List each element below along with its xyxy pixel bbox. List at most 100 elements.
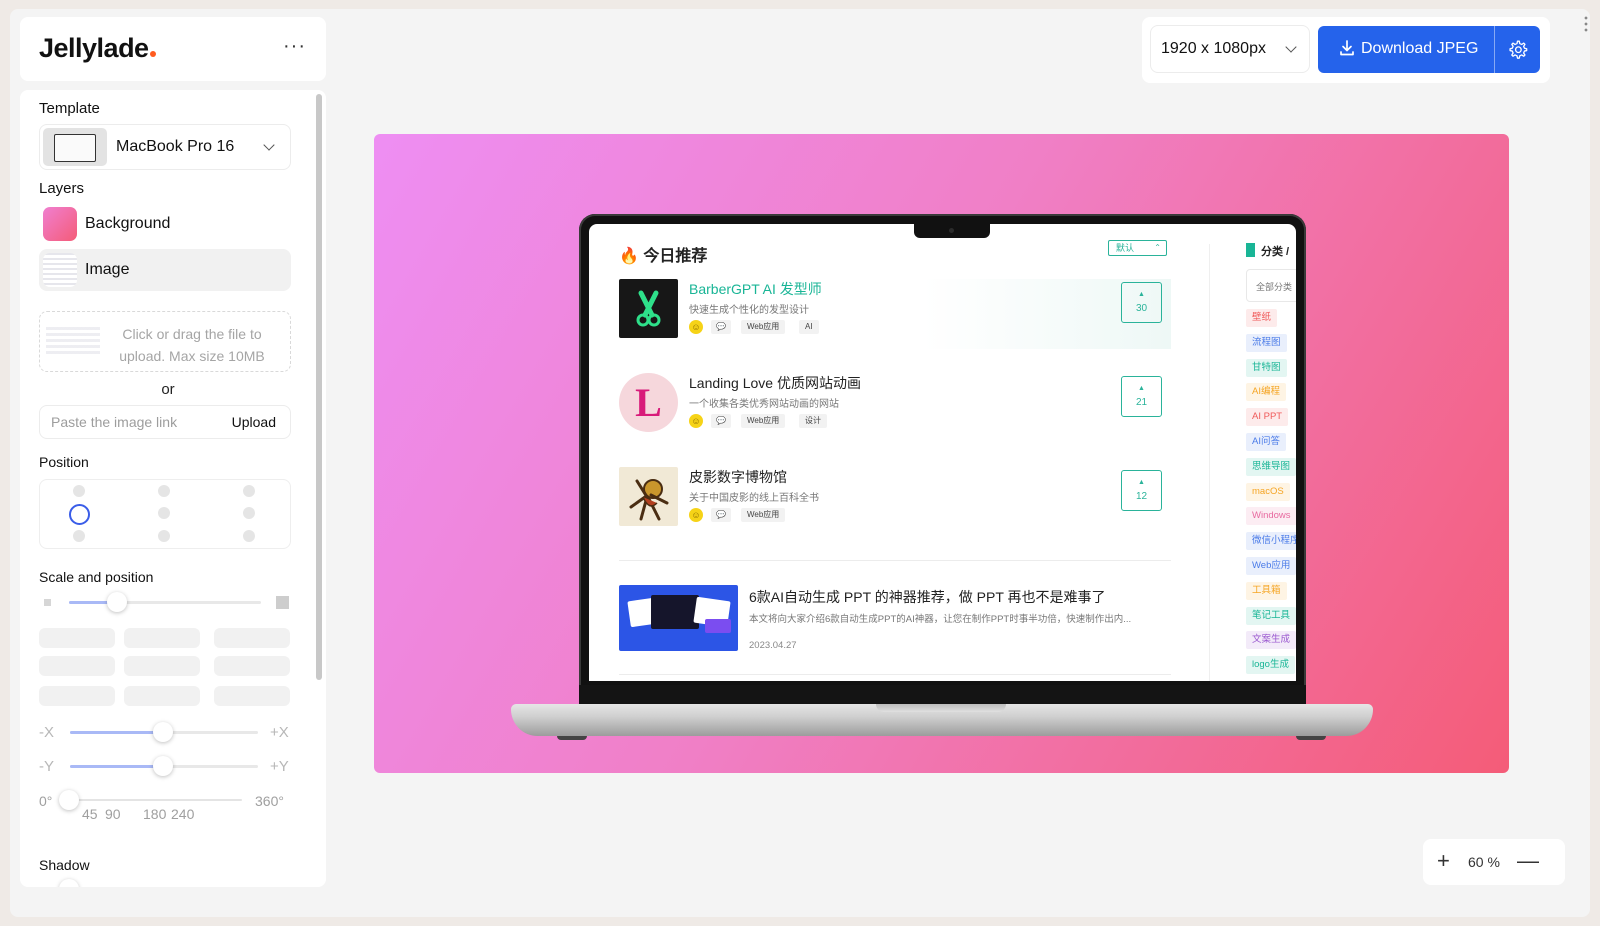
position-dot[interactable] bbox=[243, 485, 255, 497]
sort-select[interactable]: 默认 bbox=[1108, 240, 1167, 256]
rotation-handle[interactable] bbox=[59, 790, 79, 810]
output-size-select[interactable]: 1920 x 1080px bbox=[1150, 25, 1310, 73]
comment-icon[interactable]: 💬 bbox=[711, 320, 731, 334]
shadow-handle[interactable] bbox=[59, 879, 79, 887]
category-tag[interactable]: 笔记工具 bbox=[1246, 606, 1296, 625]
category-tag[interactable]: AI PPT bbox=[1246, 408, 1289, 427]
macbook-foot bbox=[1296, 736, 1326, 740]
window-drag-handle[interactable] bbox=[1584, 15, 1588, 33]
article-thumbnail bbox=[619, 585, 738, 651]
item-tag[interactable]: Web应用 bbox=[741, 320, 786, 334]
category-tag[interactable]: Windows bbox=[1246, 507, 1296, 526]
slide-preview bbox=[651, 595, 699, 629]
scale-preset[interactable] bbox=[39, 656, 115, 676]
or-divider: or bbox=[161, 381, 175, 398]
position-top-left-selected[interactable] bbox=[69, 504, 90, 525]
y-offset-fill bbox=[70, 765, 163, 768]
image-link-input[interactable] bbox=[51, 406, 211, 438]
screen-title: 🔥 今日推荐 bbox=[619, 248, 708, 265]
layer-background[interactable]: Background bbox=[39, 203, 291, 245]
list-item[interactable]: L Landing Love 优质网站动画 一个收集各类优秀网站动画的网站 ☺ … bbox=[619, 373, 1171, 443]
item-tag[interactable]: 设计 bbox=[799, 414, 827, 428]
position-dot[interactable] bbox=[243, 530, 255, 542]
layers-heading: Layers bbox=[39, 180, 85, 197]
upload-button[interactable]: Upload bbox=[232, 414, 276, 430]
gear-icon[interactable] bbox=[1507, 39, 1528, 60]
list-item[interactable]: 皮影数字博物馆 关于中国皮影的线上百科全书 ☺ 💬 Web应用 ▲ 12 bbox=[619, 467, 1171, 537]
scale-preset[interactable] bbox=[39, 686, 115, 706]
category-tag[interactable]: 文案生成 bbox=[1246, 631, 1296, 650]
category-heading: 分类 / bbox=[1261, 246, 1290, 258]
item-tag[interactable]: Web应用 bbox=[741, 414, 786, 428]
scale-preset[interactable] bbox=[214, 656, 290, 676]
category-tag[interactable]: 壁纸 bbox=[1246, 309, 1278, 327]
category-tag[interactable]: macOS bbox=[1246, 482, 1290, 501]
item-desc: 一个收集各类优秀网站动画的网站 bbox=[689, 399, 839, 410]
template-select[interactable]: MacBook Pro 16 bbox=[39, 124, 291, 170]
settings-panel: Template MacBook Pro 16 Layers Backgroun… bbox=[20, 90, 326, 887]
position-dot[interactable] bbox=[73, 485, 85, 497]
scale-preset[interactable] bbox=[214, 628, 290, 648]
scale-preset[interactable] bbox=[124, 656, 200, 676]
scale-preset[interactable] bbox=[39, 628, 115, 648]
article-card[interactable]: 6款AI自动生成 PPT 的神器推荐，做 PPT 再也不是难事了 本文将向大家介… bbox=[619, 585, 1179, 655]
scale-heading: Scale and position bbox=[39, 569, 154, 585]
upvote-arrow-icon: ▲ bbox=[1138, 291, 1145, 298]
category-tag[interactable]: 思维导图 bbox=[1246, 457, 1296, 476]
slide-preview bbox=[705, 619, 731, 633]
scale-slider-handle[interactable] bbox=[107, 592, 127, 612]
scissors-icon bbox=[636, 290, 661, 327]
position-dot[interactable] bbox=[243, 507, 255, 519]
upload-dropzone[interactable]: Click or drag the file to upload. Max si… bbox=[39, 311, 291, 372]
upvote-count: 12 bbox=[1135, 491, 1148, 502]
more-options-button[interactable]: ··· bbox=[283, 36, 306, 56]
comment-icon[interactable]: 💬 bbox=[711, 414, 731, 428]
position-dot[interactable] bbox=[158, 507, 170, 519]
category-tag[interactable]: Web应用 bbox=[1246, 557, 1296, 575]
shadow-heading: Shadow bbox=[39, 857, 90, 873]
category-tag[interactable]: AI问答 bbox=[1246, 433, 1286, 451]
category-tag[interactable]: 流程图 bbox=[1246, 333, 1287, 352]
upvote-button[interactable]: ▲ 21 bbox=[1121, 376, 1162, 417]
scale-large-icon bbox=[276, 596, 289, 609]
category-tag[interactable]: AI编程 bbox=[1246, 383, 1286, 402]
scale-preset[interactable] bbox=[214, 686, 290, 706]
download-button[interactable]: Download JPEG bbox=[1318, 26, 1540, 73]
list-item[interactable]: BarberGPT AI 发型师 快速生成个性化的发型设计 ☺ 💬 Web应用 … bbox=[619, 279, 1171, 349]
rotation-slider[interactable] bbox=[70, 799, 242, 801]
comment-icon[interactable]: 💬 bbox=[711, 508, 731, 522]
section-divider bbox=[619, 674, 1171, 675]
position-dot[interactable] bbox=[73, 530, 85, 542]
article-title[interactable]: 6款AI自动生成 PPT 的神器推荐，做 PPT 再也不是难事了 bbox=[749, 587, 1106, 607]
zoom-in-button[interactable]: + bbox=[1437, 849, 1450, 873]
upvote-button[interactable]: ▲ 12 bbox=[1121, 470, 1162, 511]
item-title[interactable]: 皮影数字博物馆 bbox=[689, 467, 787, 487]
panel-scrollbar[interactable] bbox=[316, 94, 322, 680]
scale-slider[interactable] bbox=[69, 601, 261, 604]
macbook-screen: 🔥 今日推荐 默认 BarberGPT AI 发型师 快速生成个性化的发型设计 bbox=[589, 224, 1296, 681]
zoom-out-button[interactable]: — bbox=[1517, 849, 1539, 873]
scale-preset[interactable] bbox=[124, 686, 200, 706]
y-offset-handle[interactable] bbox=[153, 756, 173, 776]
category-tag[interactable]: 甘特图 bbox=[1246, 358, 1287, 377]
category-tag[interactable]: 工具箱 bbox=[1246, 581, 1287, 600]
item-tag[interactable]: AI bbox=[799, 320, 819, 334]
category-tag[interactable]: 微信小程序 bbox=[1246, 532, 1296, 551]
category-search[interactable]: 全部分类 bbox=[1246, 269, 1296, 302]
layer-image[interactable]: Image bbox=[39, 249, 291, 291]
item-desc: 快速生成个性化的发型设计 bbox=[689, 305, 809, 316]
macbook-lid: 🔥 今日推荐 默认 BarberGPT AI 发型师 快速生成个性化的发型设计 bbox=[579, 214, 1306, 709]
brand-logo[interactable]: Jellylade bbox=[39, 33, 156, 64]
scale-preset[interactable] bbox=[124, 628, 200, 648]
position-dot[interactable] bbox=[158, 485, 170, 497]
item-tag[interactable]: Web应用 bbox=[741, 508, 786, 522]
category-tag[interactable]: logo生成 bbox=[1246, 656, 1295, 675]
item-title[interactable]: BarberGPT AI 发型师 bbox=[689, 279, 822, 299]
chevron-down-icon bbox=[1285, 41, 1297, 53]
x-offset-handle[interactable] bbox=[153, 722, 173, 742]
position-dot[interactable] bbox=[158, 530, 170, 542]
brand-name: Jellylade bbox=[39, 33, 149, 63]
item-title[interactable]: Landing Love 优质网站动画 bbox=[689, 373, 861, 393]
upvote-button[interactable]: ▲ 30 bbox=[1121, 282, 1162, 323]
download-label: Download JPEG bbox=[1361, 40, 1479, 57]
